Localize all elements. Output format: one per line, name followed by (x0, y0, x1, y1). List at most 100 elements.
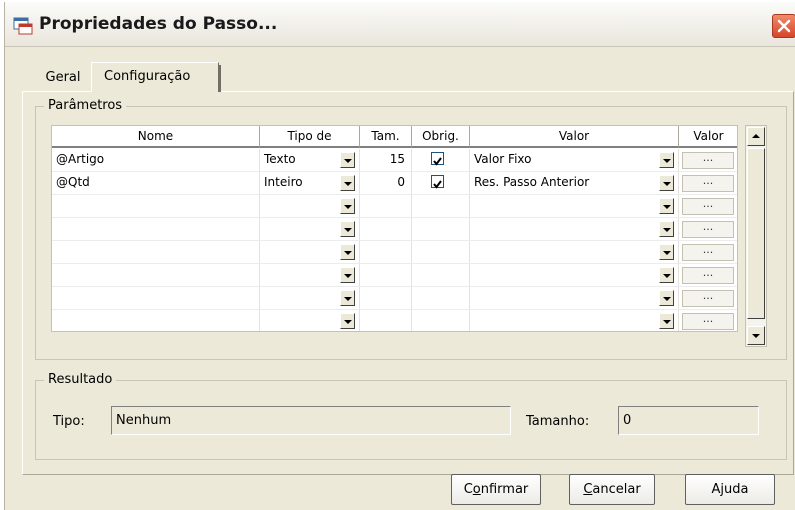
dropdown-arrow-icon[interactable] (659, 175, 674, 191)
cell-obrig[interactable] (412, 195, 470, 218)
valor-ellipsis-button[interactable]: ... (682, 244, 734, 261)
cell-tam[interactable] (360, 310, 412, 331)
dropdown-arrow-icon[interactable] (340, 290, 355, 306)
cell-obrig[interactable] (412, 149, 470, 172)
cancelar-button[interactable]: Cancelar (569, 474, 655, 505)
cell-valor[interactable] (470, 195, 679, 218)
table-row[interactable]: ... (52, 241, 737, 264)
cell-obrig[interactable] (412, 218, 470, 241)
table-row[interactable]: ... (52, 218, 737, 241)
cell-valor[interactable] (470, 310, 679, 331)
cell-obrig[interactable] (412, 310, 470, 331)
cell-valor[interactable] (470, 264, 679, 287)
cell-btn[interactable]: ... (679, 310, 737, 331)
dropdown-arrow-icon[interactable] (340, 175, 355, 191)
cell-nome[interactable] (52, 241, 260, 264)
close-button[interactable] (772, 14, 795, 38)
cell-nome[interactable]: @Qtd (52, 172, 260, 195)
cell-btn[interactable]: ... (679, 241, 737, 264)
scroll-thumb[interactable] (747, 148, 765, 319)
scroll-down-button[interactable] (747, 326, 765, 345)
valor-ellipsis-button[interactable]: ... (682, 221, 734, 238)
cell-valor[interactable]: Valor Fixo (470, 149, 679, 172)
dropdown-arrow-icon[interactable] (340, 221, 355, 237)
table-row[interactable]: ... (52, 264, 737, 287)
obrig-checkbox[interactable] (431, 152, 444, 166)
tipo-field[interactable]: Nenhum (111, 406, 511, 435)
table-row[interactable]: ... (52, 287, 737, 310)
cell-tam[interactable]: 0 (360, 172, 412, 195)
cell-tipo[interactable] (260, 195, 360, 218)
cell-tipo[interactable]: Texto (260, 149, 360, 172)
cell-tipo[interactable]: Inteiro (260, 172, 360, 195)
dropdown-arrow-icon[interactable] (659, 244, 674, 260)
dropdown-arrow-icon[interactable] (659, 313, 674, 329)
scroll-up-button[interactable] (747, 127, 765, 146)
obrig-checkbox[interactable] (431, 175, 444, 189)
cell-btn[interactable]: ... (679, 195, 737, 218)
cell-obrig[interactable] (412, 241, 470, 264)
tab-configuracao[interactable]: Configuração (91, 62, 221, 92)
column-header-tam[interactable]: Tam. (360, 126, 412, 148)
cell-tam[interactable] (360, 218, 412, 241)
dropdown-arrow-icon[interactable] (340, 152, 355, 168)
column-header-valor-btn[interactable]: Valor (679, 126, 737, 148)
cell-tipo[interactable] (260, 264, 360, 287)
column-header-nome[interactable]: Nome (52, 126, 260, 148)
dropdown-arrow-icon[interactable] (340, 313, 355, 329)
cell-obrig[interactable] (412, 287, 470, 310)
title-bar[interactable]: Propriedades do Passo... (5, 2, 795, 47)
dropdown-arrow-icon[interactable] (659, 290, 674, 306)
grid-scrollbar[interactable] (745, 125, 767, 347)
cell-tam[interactable]: 15 (360, 149, 412, 172)
cell-tipo[interactable] (260, 218, 360, 241)
cell-tipo[interactable] (260, 241, 360, 264)
cell-tam[interactable] (360, 195, 412, 218)
valor-ellipsis-button[interactable]: ... (682, 152, 734, 169)
dropdown-arrow-icon[interactable] (340, 244, 355, 260)
tab-geral[interactable]: Geral (33, 64, 93, 92)
cell-valor[interactable]: Res. Passo Anterior (470, 172, 679, 195)
dropdown-arrow-icon[interactable] (659, 198, 674, 214)
cell-btn[interactable]: ... (679, 287, 737, 310)
tamanho-field[interactable]: 0 (618, 406, 759, 435)
ajuda-button[interactable]: Ajuda (685, 474, 775, 505)
cell-btn[interactable]: ... (679, 218, 737, 241)
cell-tipo[interactable] (260, 287, 360, 310)
table-row[interactable]: @Qtd Inteiro 0 Res. Passo Anterior... (52, 172, 737, 195)
cell-obrig[interactable] (412, 172, 470, 195)
cell-tam[interactable] (360, 287, 412, 310)
valor-ellipsis-button[interactable]: ... (682, 313, 734, 330)
table-row[interactable]: ... (52, 310, 737, 331)
cell-obrig[interactable] (412, 264, 470, 287)
valor-ellipsis-button[interactable]: ... (682, 267, 734, 284)
column-header-tipo[interactable]: Tipo de (260, 126, 360, 148)
parameters-grid[interactable]: Nome Tipo de Tam. Obrig. Valor Valor @Ar… (51, 125, 738, 332)
dropdown-arrow-icon[interactable] (659, 221, 674, 237)
cell-nome[interactable] (52, 218, 260, 241)
cell-nome[interactable] (52, 195, 260, 218)
cell-valor[interactable] (470, 287, 679, 310)
valor-ellipsis-button[interactable]: ... (682, 290, 734, 307)
valor-ellipsis-button[interactable]: ... (682, 175, 734, 192)
cell-btn[interactable]: ... (679, 172, 737, 195)
cell-btn[interactable]: ... (679, 149, 737, 172)
cell-nome[interactable] (52, 310, 260, 331)
cell-valor[interactable] (470, 218, 679, 241)
column-header-valor[interactable]: Valor (470, 126, 679, 148)
table-row[interactable]: ... (52, 195, 737, 218)
cell-tipo[interactable] (260, 310, 360, 331)
confirmar-button[interactable]: Confirmar (451, 474, 541, 505)
cell-nome[interactable] (52, 264, 260, 287)
dropdown-arrow-icon[interactable] (340, 198, 355, 214)
cell-nome[interactable]: @Artigo (52, 149, 260, 172)
cell-tam[interactable] (360, 241, 412, 264)
column-header-obrig[interactable]: Obrig. (412, 126, 470, 148)
valor-ellipsis-button[interactable]: ... (682, 198, 734, 215)
dropdown-arrow-icon[interactable] (340, 267, 355, 283)
dropdown-arrow-icon[interactable] (659, 267, 674, 283)
cell-btn[interactable]: ... (679, 264, 737, 287)
dropdown-arrow-icon[interactable] (659, 152, 674, 168)
cell-tam[interactable] (360, 264, 412, 287)
table-row[interactable]: @Artigo Texto 15 Valor Fixo... (52, 149, 737, 172)
